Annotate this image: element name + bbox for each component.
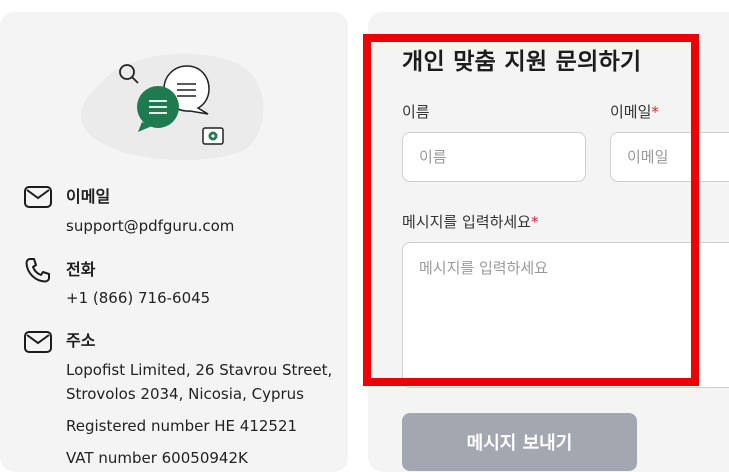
email-label: 이메일* xyxy=(610,101,659,122)
message-label: 메시지를 입력하세요* xyxy=(402,211,538,232)
phone-value[interactable]: +1 (866) 716-6045 xyxy=(66,286,210,310)
address-line-2: Strovolos 2034, Nicosia, Cyprus xyxy=(66,385,304,403)
message-required-mark: * xyxy=(530,213,539,231)
support-chat-illustration xyxy=(81,53,264,161)
email-value[interactable]: support@pdfguru.com xyxy=(66,214,234,238)
name-input[interactable] xyxy=(402,132,586,182)
address-line-1: Lopofist Limited, 26 Stavrou Street, xyxy=(66,361,333,379)
email-title: 이메일 xyxy=(66,187,111,206)
email-required-mark: * xyxy=(651,103,659,121)
settings-gear-icon xyxy=(202,127,224,145)
message-label-text: 메시지를 입력하세요 xyxy=(402,213,531,231)
phone-icon xyxy=(25,258,50,283)
address-mail-icon xyxy=(24,331,52,353)
name-label-text: 이름 xyxy=(402,103,430,121)
vat-number: VAT number 60050942K xyxy=(66,449,248,467)
email-label-text: 이메일 xyxy=(610,103,652,121)
mail-icon xyxy=(24,186,52,208)
email-input[interactable] xyxy=(610,132,729,182)
form-title: 개인 맞춤 지원 문의하기 xyxy=(402,49,642,75)
name-label: 이름 xyxy=(402,101,430,122)
registered-number: Registered number HE 412521 xyxy=(66,417,298,435)
send-message-button[interactable]: 메시지 보내기 xyxy=(402,413,637,471)
message-textarea[interactable] xyxy=(402,242,729,388)
address-title: 주소 xyxy=(66,331,96,350)
phone-title: 전화 xyxy=(66,260,96,279)
